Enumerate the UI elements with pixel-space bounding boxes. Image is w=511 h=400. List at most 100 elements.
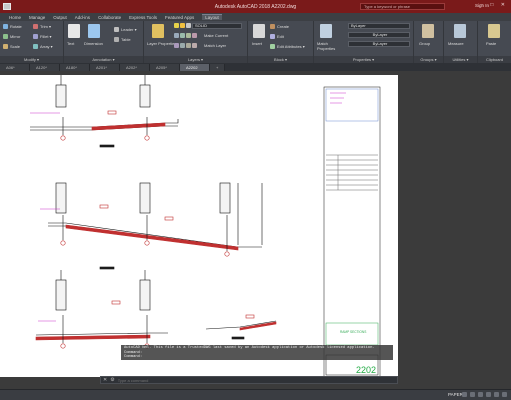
ribbon-tab-home[interactable]: Home xyxy=(9,15,21,20)
lock-icon[interactable] xyxy=(186,23,191,28)
leader-icon xyxy=(114,27,119,32)
layer-off-icon[interactable] xyxy=(174,33,179,38)
groups-panel-title[interactable]: Groups ▾ xyxy=(414,56,443,63)
make-current-button[interactable]: Make Current xyxy=(204,33,228,38)
trim-icon xyxy=(33,24,38,29)
layer-freeze-icon[interactable] xyxy=(186,33,191,38)
paste-icon[interactable] xyxy=(488,24,500,38)
paste-button[interactable]: Paste xyxy=(486,41,496,46)
utilities-panel: Measure Utilities ▾ xyxy=(444,21,478,63)
ribbon-tab-manage[interactable]: Manage xyxy=(29,15,45,20)
measure-icon[interactable] xyxy=(454,24,466,38)
grid-icon[interactable] xyxy=(462,392,467,397)
document-tab[interactable]: A120* xyxy=(30,64,60,71)
match-properties-icon[interactable] xyxy=(320,24,332,38)
layer-properties-icon[interactable] xyxy=(152,24,164,38)
table-button[interactable]: Table xyxy=(114,37,131,42)
document-tabs: A06* A120* A180* A201* A202* A205* A2202 + xyxy=(0,63,511,71)
search-input[interactable]: Type a keyword or phrase xyxy=(360,3,445,10)
color-dropdown[interactable]: ByLayer xyxy=(348,23,410,29)
lineweight-dropdown[interactable]: ByLayer xyxy=(348,41,410,47)
text-button[interactable]: Text xyxy=(67,41,74,46)
text-icon[interactable] xyxy=(68,24,80,38)
rotate-button[interactable]: Rotate xyxy=(3,24,22,29)
layer-dropdown[interactable]: SOLID xyxy=(192,23,242,29)
command-history: AutoCAD bml. This file is a TrustedDWG l… xyxy=(121,345,393,360)
document-tab[interactable]: A2202 xyxy=(180,64,210,71)
polar-icon[interactable] xyxy=(486,392,491,397)
wrench-icon[interactable]: ⚙ xyxy=(110,377,114,383)
dimension-button[interactable]: Dimension xyxy=(84,41,103,46)
ortho-icon[interactable] xyxy=(478,392,483,397)
document-tab[interactable]: A202* xyxy=(120,64,150,71)
annotation-panel-title[interactable]: Annotation ▾ xyxy=(64,56,143,63)
array-button[interactable]: Array ▾ xyxy=(33,44,53,49)
layers-panel-title[interactable]: Layers ▾ xyxy=(144,56,247,63)
document-tab[interactable]: A205* xyxy=(150,64,180,71)
command-input[interactable] xyxy=(117,377,318,383)
layer-walk-icon[interactable] xyxy=(192,43,197,48)
properties-panel-title[interactable]: Properties ▾ xyxy=(314,56,413,63)
ribbon-tab-featured-apps[interactable]: Featured Apps xyxy=(165,15,194,20)
group-button[interactable]: Group xyxy=(419,41,430,46)
leader-button[interactable]: Leader ▾ xyxy=(114,27,137,32)
osnap-icon[interactable] xyxy=(494,392,499,397)
ramp-section-3 xyxy=(35,270,168,349)
command-line: ✕ ⚙ xyxy=(100,376,398,384)
customize-icon[interactable] xyxy=(502,392,507,397)
layer-on-icon[interactable] xyxy=(174,43,179,48)
lightbulb-icon[interactable] xyxy=(174,23,179,28)
layer-tools-row2 xyxy=(174,43,197,48)
command-history-line: Command: xyxy=(124,355,143,360)
properties-panel: Match Properties ByLayer ByLayer ByLayer… xyxy=(314,21,414,63)
trim-button[interactable]: Trim ▾ xyxy=(33,24,51,29)
ribbon-tab-add-ins[interactable]: Add-ins xyxy=(75,15,90,20)
match-properties-button[interactable]: Match Properties xyxy=(317,41,345,51)
paper-sheet[interactable]: RAMP SECTIONS 2202 xyxy=(0,75,398,378)
ribbon-tab-express-tools[interactable]: Express Tools xyxy=(129,15,157,20)
match-layer-button[interactable]: Match Layer xyxy=(204,43,226,48)
ribbon-tab-collaborate[interactable]: Collaborate xyxy=(98,15,121,20)
edit-button[interactable]: Edit xyxy=(270,34,284,39)
insert-button[interactable]: Insert xyxy=(252,41,262,46)
document-tab[interactable]: A06* xyxy=(0,64,30,71)
mirror-button[interactable]: Mirror xyxy=(3,34,20,39)
drawing-canvas[interactable]: RAMP SECTIONS 2202 xyxy=(0,75,398,378)
status-bar: PAPER xyxy=(0,389,511,400)
window-controls[interactable]: – □ ✕ xyxy=(480,2,508,8)
ribbon: Rotate Mirror Scale Trim ▾ Fillet ▾ Arra… xyxy=(0,21,511,63)
edit-attributes-button[interactable]: Edit Attributes ▾ xyxy=(270,44,305,49)
layer-thaw-icon[interactable] xyxy=(180,43,185,48)
paper-space-toggle[interactable]: PAPER xyxy=(448,392,463,397)
modify-panel-title[interactable]: Modify ▾ xyxy=(0,56,63,63)
layer-properties-button[interactable]: Layer Properties xyxy=(147,41,177,46)
dimension-icon[interactable] xyxy=(88,24,100,38)
create-button[interactable]: Create xyxy=(270,24,289,29)
array-icon xyxy=(33,44,38,49)
block-panel-title[interactable]: Block ▾ xyxy=(248,56,313,63)
ribbon-tab-output[interactable]: Output xyxy=(53,15,67,20)
ramp-section-2 xyxy=(40,182,263,270)
utilities-panel-title[interactable]: Utilities ▾ xyxy=(444,56,477,63)
ribbon-tab-layout[interactable]: Layout xyxy=(202,14,222,20)
layer-isolate-icon[interactable] xyxy=(180,33,185,38)
layer-unlock-icon[interactable] xyxy=(186,43,191,48)
fillet-button[interactable]: Fillet ▾ xyxy=(33,34,52,39)
layer-lock-icon[interactable] xyxy=(192,33,197,38)
snap-icon[interactable] xyxy=(470,392,475,397)
drawing-workspace[interactable]: RAMP SECTIONS 2202 AutoCAD bml. This fil… xyxy=(0,71,511,389)
scale-button[interactable]: Scale xyxy=(3,44,20,49)
document-tab[interactable]: A180* xyxy=(60,64,90,71)
new-tab-button[interactable]: + xyxy=(210,64,226,71)
group-icon[interactable] xyxy=(422,24,434,38)
linetype-dropdown[interactable]: ByLayer xyxy=(348,32,410,38)
command-history-line: AutoCAD bml. This file is a TrustedDWG l… xyxy=(124,346,375,350)
edit-attributes-icon xyxy=(270,44,275,49)
measure-button[interactable]: Measure xyxy=(448,41,464,46)
document-tab[interactable]: A201* xyxy=(90,64,120,71)
close-icon[interactable]: ✕ xyxy=(103,377,107,383)
insert-icon[interactable] xyxy=(253,24,265,38)
mirror-icon xyxy=(3,34,8,39)
layer-state-icons xyxy=(174,23,191,28)
sun-icon[interactable] xyxy=(180,23,185,28)
